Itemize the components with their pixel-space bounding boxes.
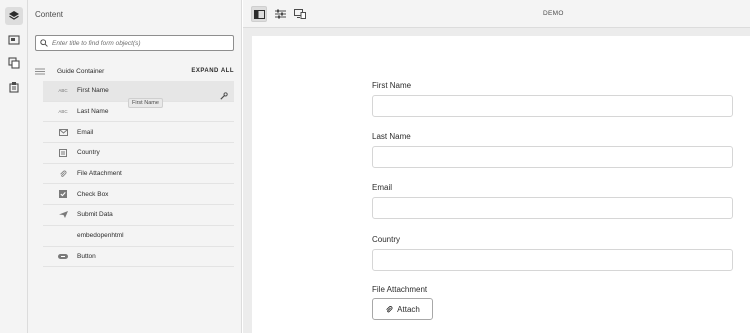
tooltip: First Name	[128, 98, 163, 108]
list-item-label: Email	[77, 128, 94, 136]
properties-icon[interactable]	[272, 6, 288, 22]
assets-icon[interactable]	[5, 54, 23, 72]
list-item-label: embedopenhtml	[77, 232, 124, 240]
attach-button-label: Attach	[397, 304, 420, 314]
list-item[interactable]: Email	[43, 122, 234, 144]
form-field-email: Email	[372, 183, 733, 219]
drag-handle-icon[interactable]	[35, 62, 45, 80]
list-item-label: Button	[77, 252, 96, 260]
side-panel-toggle-icon[interactable]	[251, 6, 267, 22]
field-label: Email	[372, 183, 393, 192]
dropdown-list-icon	[57, 148, 69, 157]
email-input[interactable]	[372, 197, 733, 219]
form-field-first-name: First Name	[372, 81, 733, 117]
send-icon	[57, 211, 69, 219]
list-item-label: Submit Data	[77, 211, 113, 219]
list-item[interactable]: File Attachment	[43, 164, 234, 185]
paperclip-icon	[386, 305, 393, 312]
emulator-icon[interactable]	[292, 6, 308, 22]
panel-title: Content	[35, 10, 64, 19]
country-input[interactable]	[372, 249, 733, 271]
text-field-icon: ABC	[58, 109, 68, 115]
list-item[interactable]: Submit Data	[43, 205, 234, 226]
checkbox-icon	[57, 190, 69, 199]
form-objects-icon[interactable]	[5, 31, 23, 49]
list-item-label: Check Box	[77, 190, 109, 198]
search-placeholder: Enter title to find form object(s)	[52, 39, 141, 47]
list-item-label: Last Name	[77, 108, 109, 116]
field-label: First Name	[372, 81, 412, 90]
form-field-last-name: Last Name	[372, 132, 733, 168]
field-label: Last Name	[372, 132, 411, 141]
content-panel: Content Enter title to find form object(…	[28, 0, 242, 333]
list-item-label: File Attachment	[77, 170, 122, 178]
form-object-list: ABC First Name ABC Last Name Email Count…	[43, 81, 234, 268]
left-rail	[0, 0, 28, 333]
editor-canvas: First Name Last Name Email Country File …	[243, 28, 750, 333]
list-item[interactable]: Country	[43, 143, 234, 164]
search-icon	[40, 39, 48, 47]
first-name-input[interactable]	[372, 95, 733, 117]
list-item[interactable]: embedopenhtml	[43, 226, 234, 247]
text-field-icon: ABC	[58, 88, 68, 94]
search-input[interactable]: Enter title to find form object(s)	[35, 35, 234, 51]
attachment-icon	[57, 170, 69, 178]
list-item[interactable]: Check Box	[43, 184, 234, 206]
data-sources-icon[interactable]	[5, 78, 23, 96]
list-item-label: First Name	[77, 87, 109, 95]
button-icon	[57, 253, 69, 259]
tree-header: Guide Container EXPAND ALL	[35, 64, 234, 78]
tree-root-label[interactable]: Guide Container	[57, 68, 191, 75]
list-item-label: Country	[77, 149, 100, 157]
last-name-input[interactable]	[372, 146, 733, 168]
form-field-country: Country	[372, 235, 733, 271]
page-title: DEMO	[543, 10, 564, 17]
expand-all-button[interactable]: EXPAND ALL	[191, 68, 234, 74]
attach-button[interactable]: Attach	[372, 298, 433, 320]
form-page: First Name Last Name Email Country	[252, 36, 750, 333]
top-toolbar: DEMO	[243, 0, 750, 28]
email-icon	[57, 128, 69, 136]
form-field-file-attachment: File Attachment Attach	[372, 285, 433, 320]
field-label: File Attachment	[372, 285, 428, 294]
field-label: Country	[372, 235, 401, 244]
list-item[interactable]: Button	[43, 247, 234, 268]
layers-icon[interactable]	[5, 7, 23, 25]
